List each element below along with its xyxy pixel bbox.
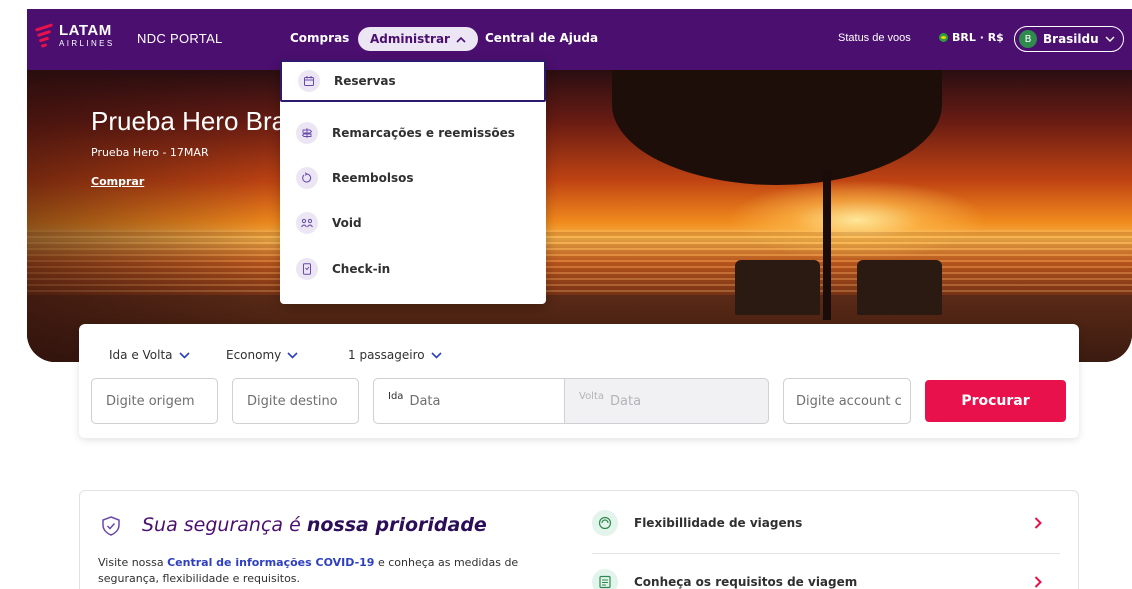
dropdown-item-label: Remarcações e reemissões (332, 126, 515, 140)
hero-subtitle: Prueba Hero - 17MAR (91, 146, 209, 159)
hero-umbrella (612, 70, 942, 185)
dropdown-item-void[interactable]: Void (280, 202, 546, 244)
trip-type-label: Ida e Volta (109, 348, 173, 362)
travel-requirements-item[interactable]: Conheça os requisitos de viagem (592, 554, 1060, 589)
logo-subtext: AIRLINES (59, 39, 115, 48)
globe-refresh-icon (592, 510, 618, 536)
account-code-input[interactable]: Digite account c (783, 378, 911, 424)
portal-name: NDC PORTAL (137, 31, 223, 46)
covid-info-link[interactable]: Central de informações COVID-19 (167, 556, 374, 569)
flexibility-item[interactable]: Flexibillidade de viagens (592, 495, 1060, 551)
latam-logo[interactable]: LATAM AIRLINES (34, 22, 115, 49)
chevron-up-icon (456, 32, 466, 46)
departure-date-input[interactable]: Ida Data (373, 378, 565, 424)
search-submit-button[interactable]: Procurar (925, 380, 1066, 422)
header: LATAM AIRLINES NDC PORTAL Compras Admini… (0, 0, 1132, 71)
info-title: Sua segurança é nossa prioridade (142, 514, 487, 536)
dropdown-item-label: Check-in (332, 262, 391, 276)
hero-beach-chair (857, 260, 942, 315)
dropdown-item-label: Void (332, 216, 362, 230)
covid-info-card: Sua segurança é nossa prioridade Visite … (79, 490, 1079, 589)
dropdown-item-reembolsos[interactable]: Reembolsos (280, 157, 546, 199)
shield-icon (100, 515, 122, 537)
calendar-icon (298, 70, 320, 92)
logo-wordmark: LATAM (59, 22, 112, 39)
dropdown-item-remarcacoes[interactable]: Remarcações e reemissões (280, 112, 546, 154)
currency-selector[interactable]: BRL · R$ (939, 31, 1004, 44)
hero-title: Prueba Hero Brasil (91, 106, 281, 136)
nav-central-de-ajuda[interactable]: Central de Ajuda (485, 31, 598, 45)
chevron-down-icon (431, 349, 442, 362)
brazil-flag-icon (939, 33, 948, 42)
departure-date-label: Ida (388, 391, 404, 402)
dropdown-item-label: Reembolsos (332, 171, 414, 185)
flexibility-label: Flexibillidade de viagens (634, 516, 803, 530)
account-code-placeholder: Digite account c (796, 393, 902, 409)
trip-type-selector[interactable]: Ida e Volta (109, 348, 190, 362)
flight-search-card: Ida e Volta Economy 1 passageiro Digite … (79, 324, 1079, 438)
hero-umbrella-pole (823, 170, 831, 320)
destination-placeholder: Digite destino (247, 393, 338, 409)
info-title-emphasis: nossa prioridade (306, 514, 487, 536)
origin-input[interactable]: Digite origem (91, 378, 218, 424)
avatar: B (1019, 30, 1037, 48)
nav-administrar-label: Administrar (370, 32, 450, 46)
nav-status-de-voos[interactable]: Status de voos (838, 32, 911, 44)
dropdown-item-reservas[interactable]: Reservas (280, 60, 546, 102)
user-name: Brasildu (1043, 32, 1099, 46)
latam-logo-icon (34, 23, 55, 49)
departure-date-placeholder: Data (409, 393, 441, 409)
nav-compras[interactable]: Compras (290, 31, 349, 45)
travel-requirements-label: Conheça os requisitos de viagem (634, 575, 858, 589)
hero-beach-chair (735, 260, 820, 315)
passenger-label: 1 passageiro (348, 348, 425, 362)
passenger-selector[interactable]: 1 passageiro (348, 348, 442, 362)
dropdown-item-label: Reservas (334, 74, 396, 88)
people-icon (296, 212, 318, 234)
refund-icon (296, 167, 318, 189)
chevron-down-icon (1105, 32, 1115, 46)
administrar-dropdown: Reservas Remarcações e reemissões Reembo… (280, 60, 546, 304)
signpost-icon (296, 122, 318, 144)
chevron-down-icon (287, 349, 298, 362)
currency-label: BRL · R$ (952, 31, 1004, 44)
dropdown-item-check-in[interactable]: Check-in (280, 248, 546, 290)
user-menu[interactable]: B Brasildu (1014, 26, 1124, 52)
return-date-input[interactable]: Volta Data (564, 378, 769, 424)
hero-comprar-link[interactable]: Comprar (91, 175, 144, 188)
document-icon (592, 569, 618, 589)
hero-banner: Prueba Hero Brasil Prueba Hero - 17MAR C… (27, 70, 1132, 362)
nav-administrar[interactable]: Administrar (358, 27, 478, 51)
chevron-right-icon (1034, 573, 1042, 589)
origin-placeholder: Digite origem (106, 393, 195, 409)
chevron-right-icon (1034, 514, 1042, 533)
chevron-down-icon (178, 349, 190, 362)
destination-input[interactable]: Digite destino (232, 378, 359, 424)
phone-icon (296, 258, 318, 280)
cabin-label: Economy (226, 348, 282, 362)
top-navbar: LATAM AIRLINES NDC PORTAL Compras Admini… (27, 9, 1132, 71)
return-date-label: Volta (579, 391, 605, 402)
return-date-placeholder: Data (610, 393, 642, 409)
info-description: Visite nossa Central de informações COVI… (98, 556, 519, 585)
cabin-selector[interactable]: Economy (226, 348, 298, 362)
